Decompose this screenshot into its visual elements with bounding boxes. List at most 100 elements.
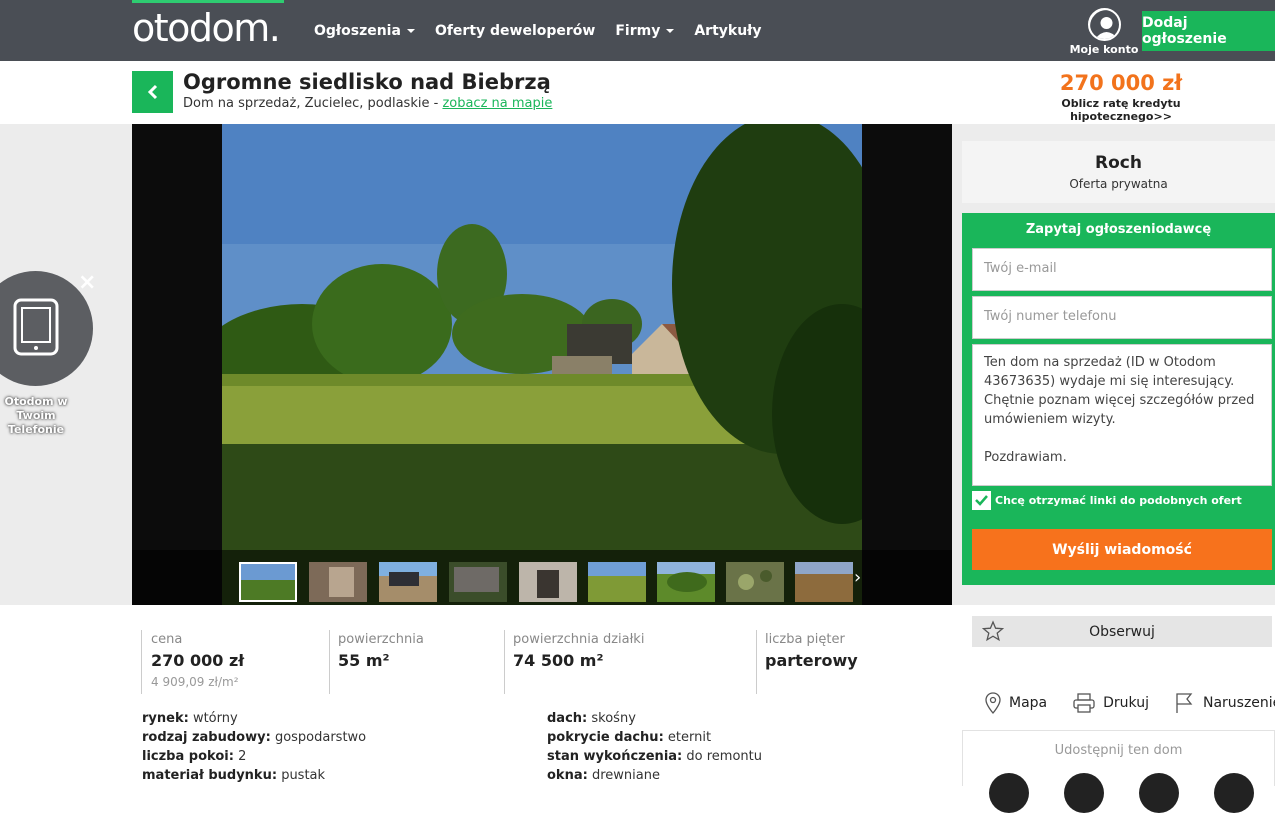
print-label: Drukuj (1103, 695, 1149, 711)
stat-floors: liczba pięter parterowy (765, 628, 858, 694)
divider (756, 630, 757, 694)
tablet-icon (13, 298, 59, 356)
stat-value: 270 000 zł (151, 651, 245, 670)
map-pin-icon (985, 692, 1001, 714)
thumbnail[interactable] (657, 562, 715, 602)
thumbnail[interactable] (379, 562, 437, 602)
nav-firmy[interactable]: Firmy (615, 22, 675, 39)
thumbnail-strip (132, 550, 952, 605)
param-row: stan wykończenia: do remontu (547, 747, 762, 766)
chevron-down-icon (406, 28, 415, 33)
param-row: liczba pokoi: 2 (142, 747, 366, 766)
stat-label: powierzchnia (338, 632, 424, 647)
printer-icon (1073, 693, 1095, 713)
stat-value: 55 m² (338, 651, 390, 670)
watch-label: Obserwuj (1089, 623, 1155, 640)
share-heading: Udostępnij ten dom (1054, 743, 1183, 758)
chevron-right-icon[interactable]: › (854, 567, 861, 588)
main-photo[interactable] (222, 124, 862, 605)
print-action[interactable]: Drukuj (1073, 693, 1149, 713)
otodom-logo[interactable]: otodom. (132, 6, 281, 50)
checkbox-label: Chcę otrzymać linki do podobnych ofert (995, 494, 1242, 507)
my-account-button[interactable]: Moje konto (1068, 8, 1140, 56)
param-row: dach: skośny (547, 709, 762, 728)
stat-plot-area: powierzchnia działki 74 500 m² (513, 628, 644, 694)
stat-label: powierzchnia działki (513, 632, 645, 647)
top-navbar: otodom. Ogłoszenia Oferty deweloperów Fi… (0, 0, 1275, 61)
param-value: wtórny (192, 711, 238, 726)
mortgage-calculator-link[interactable]: Oblicz ratę kredytu hipotecznego>> (1010, 97, 1232, 123)
param-value: 2 (238, 749, 247, 764)
listing-title: Ogromne siedlisko nad Biebrzą (183, 70, 551, 94)
param-key: liczba pokoi: (142, 749, 234, 764)
report-action[interactable]: Naruszenie (1175, 692, 1275, 714)
seller-type: Oferta prywatna (1069, 177, 1168, 191)
thumbnail[interactable] (309, 562, 367, 602)
param-value: pustak (281, 768, 326, 783)
thumbnail[interactable] (588, 562, 646, 602)
map-link[interactable]: zobacz na mapie (442, 96, 552, 111)
star-icon (982, 620, 1004, 642)
param-key: pokrycie dachu: (547, 730, 664, 745)
phone-field[interactable]: Twój numer telefonu (972, 296, 1272, 339)
contact-form: Zapytaj ogłoszeniodawcę Twój e-mail Twój… (962, 213, 1275, 585)
seller-box: Roch Oferta prywatna (962, 141, 1275, 203)
message-textarea[interactable]: Ten dom na sprzedaż (ID w Otodom 4367363… (972, 344, 1272, 486)
similar-offers-checkbox-row: Chcę otrzymać linki do podobnych ofert (972, 491, 1242, 510)
facebook-share-icon[interactable] (1064, 773, 1104, 813)
nav-label: Artykuły (694, 22, 762, 39)
stat-value: parterowy (765, 651, 858, 670)
param-value: eternit (667, 730, 712, 745)
map-action[interactable]: Mapa (985, 692, 1047, 714)
nav-oferty-deweloperow[interactable]: Oferty deweloperów (435, 23, 595, 39)
checkmark-icon (975, 495, 988, 506)
thumbnail[interactable] (519, 562, 577, 602)
similar-offers-checkbox[interactable] (972, 491, 991, 510)
contact-form-heading: Zapytaj ogłoszeniodawcę (1025, 222, 1212, 237)
close-icon[interactable]: × (78, 270, 96, 295)
chevron-down-icon (666, 28, 675, 33)
back-button[interactable] (132, 71, 173, 113)
nav-label: Firmy (615, 22, 661, 39)
account-label: Moje konto (1069, 43, 1139, 56)
param-value: skośny (591, 711, 636, 726)
chevron-left-icon (147, 84, 157, 100)
param-key: stan wykończenia: (547, 749, 683, 764)
nav-artykuly[interactable]: Artykuły (694, 23, 761, 39)
divider (329, 630, 330, 694)
param-key: materiał budynku: (142, 768, 278, 783)
googleplus-share-icon[interactable] (1139, 773, 1179, 813)
send-message-button[interactable]: Wyślij wiadomość (972, 529, 1272, 570)
param-row: materiał budynku: pustak (142, 766, 366, 785)
param-row: pokrycie dachu: eternit (547, 728, 762, 747)
add-listing-button[interactable]: Dodaj ogłoszenie (1142, 11, 1275, 51)
nav-label: Ogłoszenia (314, 22, 401, 39)
stat-price: cena 270 000 zł 4 909,09 zł/m² (151, 628, 244, 694)
param-value: do remontu (686, 749, 762, 764)
thumbnail[interactable] (726, 562, 784, 602)
app-promo-text: Otodom w Twoim Telefonie (4, 395, 68, 436)
listing-price: 270 000 zł (1059, 71, 1183, 95)
params-right: dach: skośny pokrycie dachu: eternit sta… (547, 709, 762, 785)
thumbnail[interactable] (239, 562, 297, 602)
param-key: dach: (547, 711, 588, 726)
param-row: rynek: wtórny (142, 709, 366, 728)
thumbnail[interactable] (795, 562, 853, 602)
params-left: rynek: wtórny rodzaj zabudowy: gospodars… (142, 709, 366, 785)
main-nav: Ogłoszenia Oferty deweloperów Firmy Arty… (314, 0, 782, 61)
report-label: Naruszenie (1202, 695, 1275, 711)
param-value: gospodarstwo (274, 730, 367, 745)
param-row: rodzaj zabudowy: gospodarstwo (142, 728, 366, 747)
listing-subtitle: Dom na sprzedaż, Zucielec, podlaskie - z… (183, 96, 552, 111)
thumbnail[interactable] (449, 562, 507, 602)
twitter-share-icon[interactable] (989, 773, 1029, 813)
param-key: okna: (547, 768, 588, 783)
share-box: Udostępnij ten dom (962, 730, 1275, 813)
logo-accent-bar (132, 0, 284, 3)
nav-ogloszenia[interactable]: Ogłoszenia (314, 23, 415, 39)
watch-button[interactable]: Obserwuj (972, 616, 1272, 647)
email-share-icon[interactable] (1214, 773, 1254, 813)
user-avatar-icon (1087, 8, 1121, 41)
email-field[interactable]: Twój e-mail (972, 248, 1272, 291)
stat-label: liczba pięter (765, 632, 845, 647)
